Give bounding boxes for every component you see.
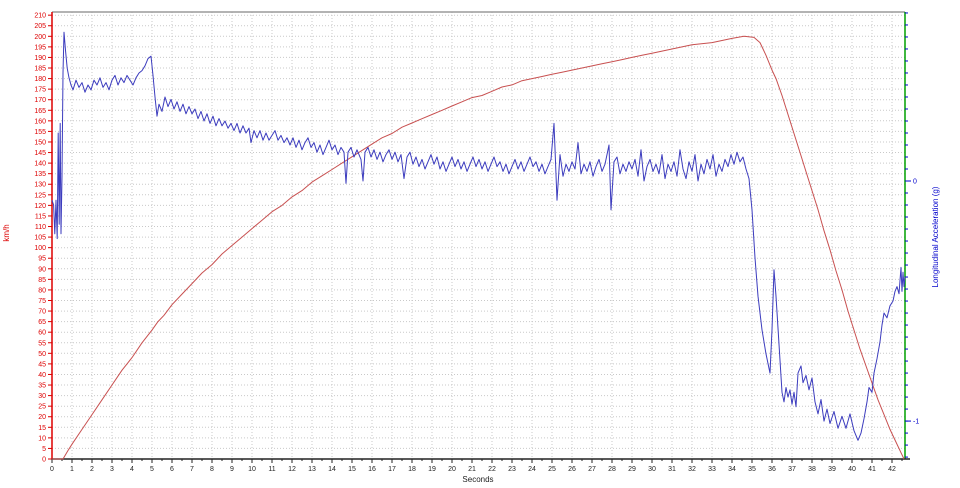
x-tick-label: 42: [888, 466, 896, 473]
x-tick-label: 11: [268, 466, 275, 473]
left-tick-label: 210: [34, 13, 46, 20]
left-tick-label: 175: [34, 87, 46, 94]
acceleration-trace-line: [52, 32, 905, 440]
left-tick-label: 50: [38, 351, 46, 358]
x-tick-label: 40: [848, 466, 856, 473]
x-tick-label: 29: [628, 466, 636, 473]
x-tick-label: 23: [508, 466, 516, 473]
x-tick-label: 27: [588, 466, 596, 473]
left-tick-label: 90: [38, 266, 46, 273]
left-tick-label: 205: [34, 23, 46, 30]
right-tick-label: -1: [913, 419, 919, 426]
left-tick-label: 170: [34, 97, 46, 104]
x-tick-label: 30: [648, 466, 656, 473]
left-tick-label: 195: [34, 44, 46, 51]
left-tick-label: 10: [38, 435, 46, 442]
left-tick-label: 110: [35, 224, 46, 231]
x-tick-label: 35: [748, 466, 756, 473]
x-tick-label: 25: [548, 466, 556, 473]
x-tick-label: 34: [728, 466, 736, 473]
right-tick-label: 0: [913, 179, 917, 186]
left-tick-label: 80: [38, 287, 46, 294]
left-tick-label: 120: [34, 203, 46, 210]
x-tick-label: 13: [308, 466, 316, 473]
left-tick-label: 165: [34, 108, 46, 115]
left-tick-label: 0: [42, 457, 46, 464]
x-tick-label: 36: [768, 466, 776, 473]
left-tick-label: 30: [38, 393, 46, 400]
left-tick-label: 190: [34, 55, 46, 62]
y-axis-label-left: km/h: [0, 203, 14, 263]
x-tick-label: 0: [50, 466, 54, 473]
x-axis-label: Seconds: [398, 473, 558, 487]
x-tick-label: 5: [150, 466, 154, 473]
left-tick-label: 100: [34, 245, 46, 252]
performance-test-chart: 0510152025303540455055606570758085909510…: [0, 0, 960, 488]
x-tick-label: 32: [688, 466, 696, 473]
left-tick-label: 65: [38, 319, 46, 326]
left-tick-label: 200: [34, 34, 46, 41]
left-tick-label: 25: [38, 404, 46, 411]
left-tick-label: 135: [34, 171, 46, 178]
left-tick-label: 125: [34, 192, 46, 199]
left-tick-label: 115: [35, 214, 46, 221]
left-tick-label: 140: [34, 161, 46, 168]
left-tick-label: 105: [34, 235, 46, 242]
x-tick-label: 18: [408, 466, 416, 473]
x-tick-label: 3: [110, 466, 114, 473]
x-tick-label: 6: [170, 466, 174, 473]
x-tick-label: 33: [708, 466, 716, 473]
left-tick-label: 85: [38, 277, 46, 284]
x-tick-label: 39: [828, 466, 836, 473]
left-tick-label: 40: [38, 372, 46, 379]
left-tick-label: 5: [42, 446, 46, 453]
left-tick-label: 185: [34, 66, 46, 73]
left-tick-label: 95: [38, 256, 46, 263]
x-tick-label: 1: [70, 466, 74, 473]
x-tick-label: 24: [528, 466, 536, 473]
x-tick-label: 16: [368, 466, 376, 473]
x-tick-label: 10: [248, 466, 256, 473]
x-axis-ticks: 0123456789101112131415161718192021222324…: [50, 459, 902, 473]
x-tick-label: 38: [808, 466, 816, 473]
x-tick-label: 20: [448, 466, 456, 473]
left-tick-label: 70: [38, 309, 46, 316]
left-tick-label: 15: [38, 425, 46, 432]
x-tick-label: 21: [468, 466, 476, 473]
x-tick-label: 22: [488, 466, 496, 473]
left-tick-label: 155: [34, 129, 46, 136]
x-tick-label: 2: [90, 466, 94, 473]
x-tick-label: 15: [348, 466, 356, 473]
x-tick-label: 19: [428, 466, 436, 473]
left-tick-label: 45: [38, 361, 46, 368]
y-axis-label-right: Longitudinal Acceleration (g): [929, 152, 943, 322]
x-tick-label: 26: [568, 466, 576, 473]
x-tick-label: 28: [608, 466, 616, 473]
left-tick-label: 150: [34, 140, 46, 147]
left-tick-label: 180: [34, 76, 46, 83]
left-tick-label: 145: [34, 150, 46, 157]
gridlines: [52, 12, 905, 459]
x-tick-label: 31: [668, 466, 676, 473]
left-tick-label: 60: [38, 330, 46, 337]
x-tick-label: 17: [388, 466, 396, 473]
x-tick-label: 12: [288, 466, 296, 473]
chart-canvas: 0510152025303540455055606570758085909510…: [0, 0, 960, 488]
x-tick-label: 4: [130, 466, 134, 473]
x-tick-label: 14: [328, 466, 336, 473]
left-tick-label: 55: [38, 340, 46, 347]
left-tick-label: 20: [38, 414, 46, 421]
x-tick-label: 9: [230, 466, 234, 473]
left-tick-label: 160: [34, 118, 46, 125]
left-tick-label: 75: [38, 298, 46, 305]
x-tick-label: 7: [190, 466, 194, 473]
data-series: [52, 32, 905, 459]
left-axis-ticks: 0 5 10 15 20 25 30 35 40 45 50 55 60 65 70 75 80 85 90 95 10…: [34, 13, 52, 464]
x-tick-label: 41: [868, 466, 876, 473]
right-axis-ticks: 6543210-1-2-3-4-5-6-7-8-9-10-11: [905, 0, 923, 488]
x-tick-label: 37: [788, 466, 796, 473]
left-tick-label: 35: [38, 383, 46, 390]
x-tick-label: 8: [210, 466, 214, 473]
left-tick-label: 130: [34, 182, 46, 189]
